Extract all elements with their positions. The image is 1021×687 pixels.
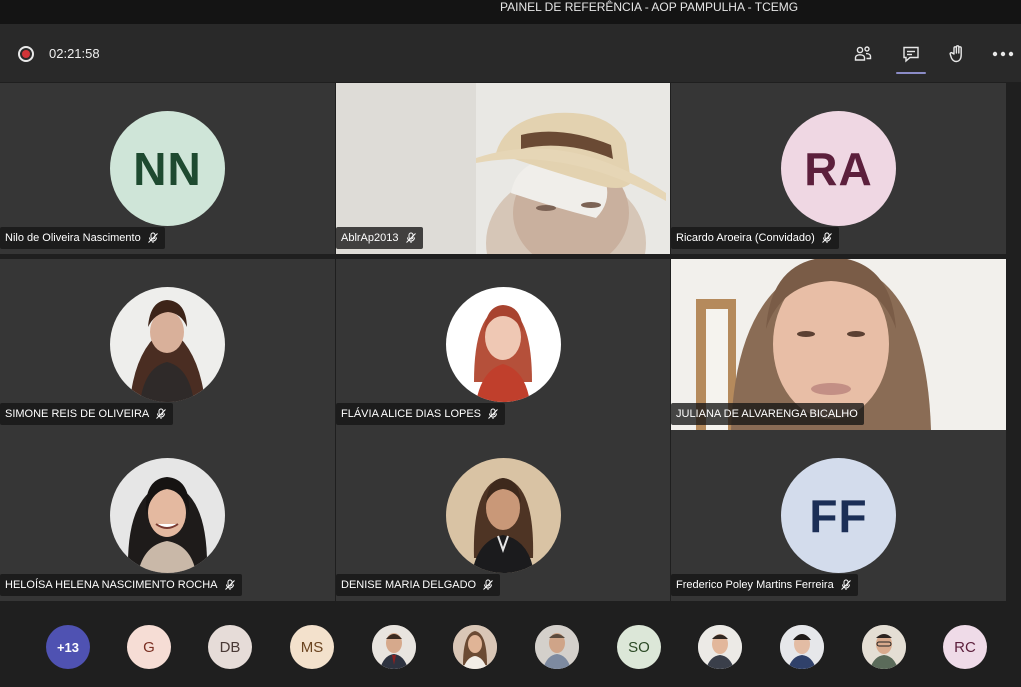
raise-hand-icon[interactable] (943, 40, 971, 68)
window-titlebar: PAINEL DE REFERÊNCIA - AOP PAMPULHA - TC… (0, 0, 1021, 24)
avatar[interactable]: SO (617, 625, 661, 669)
participant-name-tag: JULIANA DE ALVARENGA BICALHO (671, 403, 864, 425)
participant-name-tag: Ricardo Aroeira (Convidado) (671, 227, 839, 249)
avatar[interactable]: MS (290, 625, 334, 669)
participants-icon[interactable] (849, 40, 877, 68)
avatar[interactable]: G (127, 625, 171, 669)
avatar: NN (110, 111, 225, 226)
participant-name: DENISE MARIA DELGADO (341, 579, 477, 591)
mic-off-icon (147, 232, 158, 243)
participant-name-tag: HELOÍSA HELENA NASCIMENTO ROCHA (0, 574, 242, 596)
participant-strip: +13 G DB MS SO RC (0, 601, 1021, 687)
participant-name-tag: Nilo de Oliveira Nascimento (0, 227, 165, 249)
participant-name: Nilo de Oliveira Nascimento (5, 232, 141, 244)
participant-tile[interactable]: FLÁVIA ALICE DIAS LOPES (336, 259, 670, 430)
recording-icon (18, 46, 34, 62)
meeting-timer: 02:21:58 (49, 46, 100, 61)
participant-name-tag: AblrAp2013 (336, 227, 423, 249)
avatar (110, 287, 225, 402)
avatar (446, 458, 561, 573)
avatar[interactable]: RC (943, 625, 987, 669)
mic-off-icon (224, 579, 235, 590)
mic-off-icon (821, 232, 832, 243)
chat-active-indicator (896, 72, 926, 74)
participant-name-tag: Frederico Poley Martins Ferreira (671, 574, 858, 596)
avatar[interactable] (535, 625, 579, 669)
participant-name-tag: DENISE MARIA DELGADO (336, 574, 501, 596)
avatar (110, 458, 225, 573)
mic-off-icon (488, 408, 498, 419)
avatar (446, 287, 561, 402)
participant-name: JULIANA DE ALVARENGA BICALHO (676, 408, 858, 420)
participant-name: HELOÍSA HELENA NASCIMENTO ROCHA (5, 579, 218, 591)
participant-name: SIMONE REIS DE OLIVEIRA (5, 408, 150, 420)
participant-name: Ricardo Aroeira (Convidado) (676, 232, 815, 244)
mic-off-icon (405, 232, 416, 243)
chat-icon[interactable] (897, 40, 925, 68)
avatar[interactable] (780, 625, 824, 669)
avatar[interactable] (862, 625, 906, 669)
participant-name: FLÁVIA ALICE DIAS LOPES (341, 408, 482, 420)
video-grid: NN Nilo de Oliveira Nascimento AblrAp201… (0, 83, 1021, 601)
mic-off-icon (156, 408, 167, 419)
avatar: RA (781, 111, 896, 226)
participant-tile[interactable]: DENISE MARIA DELGADO (336, 430, 670, 601)
participant-tile[interactable]: SIMONE REIS DE OLIVEIRA (0, 259, 335, 430)
avatar[interactable] (453, 625, 497, 669)
mic-off-icon (483, 579, 493, 590)
mic-off-icon (840, 579, 851, 590)
participant-tile[interactable]: JULIANA DE ALVARENGA BICALHO (671, 259, 1006, 430)
participant-name: AblrAp2013 (341, 232, 399, 244)
more-options-icon[interactable] (989, 40, 1017, 68)
participant-tile[interactable]: FF Frederico Poley Martins Ferreira (671, 430, 1006, 601)
participant-tile[interactable]: AblrAp2013 (336, 83, 670, 254)
avatar[interactable] (372, 625, 416, 669)
meeting-title: PAINEL DE REFERÊNCIA - AOP PAMPULHA - TC… (500, 0, 799, 14)
avatar[interactable]: DB (208, 625, 252, 669)
meeting-toolbar: 02:21:58 (0, 24, 1021, 82)
participant-name-tag: SIMONE REIS DE OLIVEIRA (0, 403, 174, 425)
participant-tile[interactable]: RA Ricardo Aroeira (Convidado) (671, 83, 1006, 254)
participant-name-tag: FLÁVIA ALICE DIAS LOPES (336, 403, 506, 425)
participant-tile[interactable]: NN Nilo de Oliveira Nascimento (0, 83, 335, 254)
avatar[interactable] (698, 625, 742, 669)
participant-tile[interactable]: HELOÍSA HELENA NASCIMENTO ROCHA (0, 430, 335, 601)
participant-name: Frederico Poley Martins Ferreira (676, 579, 834, 591)
more-participants-badge[interactable]: +13 (46, 625, 90, 669)
avatar: FF (781, 458, 896, 573)
